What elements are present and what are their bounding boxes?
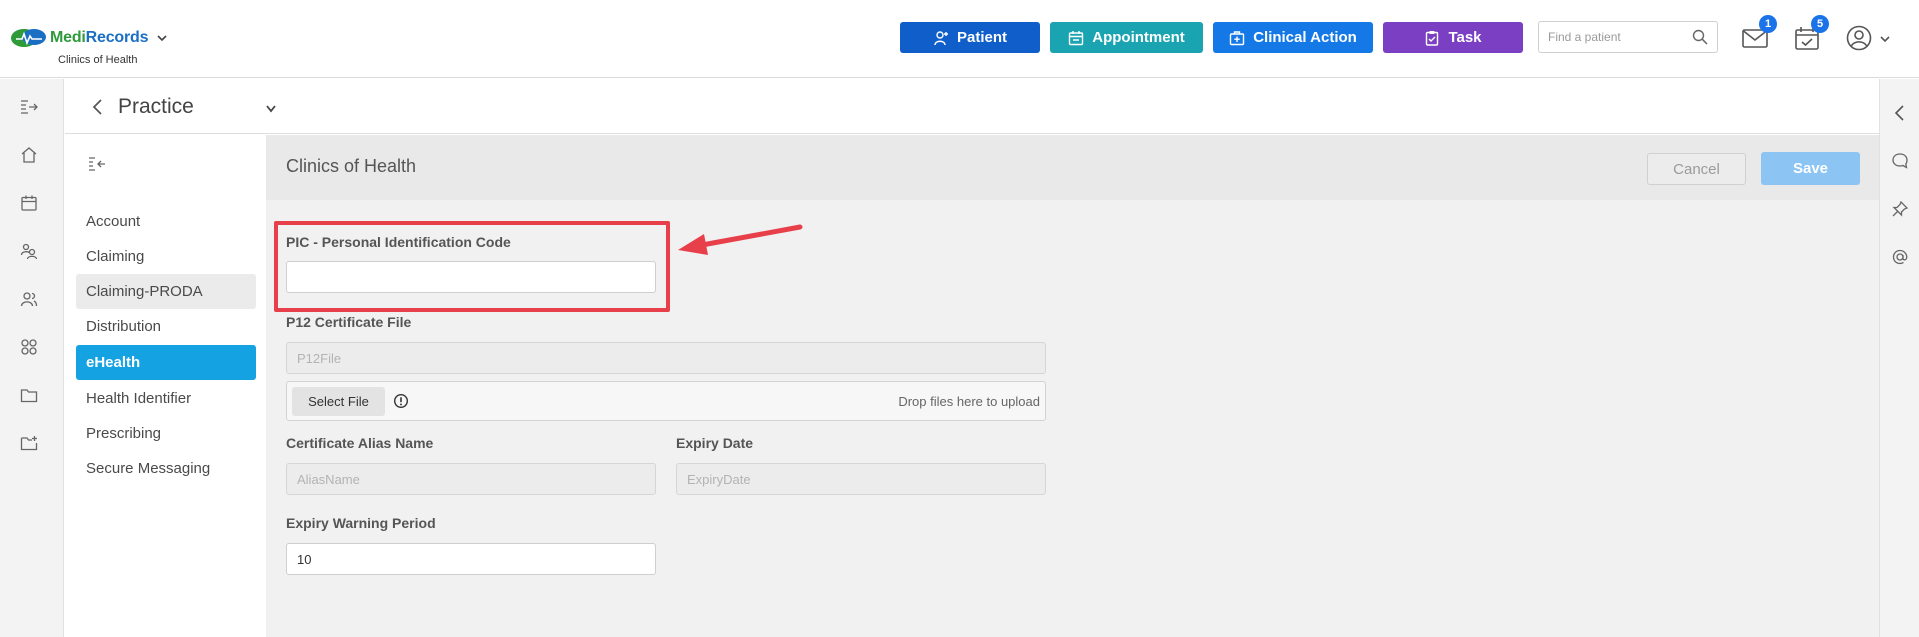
search-icon[interactable] (1692, 29, 1708, 45)
sidebar-item-distribution[interactable]: Distribution (76, 309, 256, 344)
alias-name-input (286, 463, 656, 495)
sidebar-item-label: Health Identifier (86, 390, 192, 407)
expand-menu-icon (21, 100, 38, 114)
collapse-right-panel-button[interactable] (1891, 104, 1911, 124)
modules-icon (21, 339, 37, 355)
mentions-button[interactable] (1891, 248, 1911, 268)
back-arrow-icon[interactable] (91, 98, 103, 116)
sidebar-item-claiming[interactable]: Claiming (76, 239, 256, 274)
home-icon (21, 147, 37, 163)
medical-kit-icon (1229, 30, 1245, 45)
messages-count-badge: 1 (1759, 15, 1777, 33)
brand-name-part2: Records (85, 29, 149, 46)
sidebar-item-health-identifier[interactable]: Health Identifier (76, 381, 256, 416)
sidebar-item-prescribing[interactable]: Prescribing (76, 416, 256, 451)
clinical-action-button-label: Clinical Action (1253, 29, 1357, 46)
patients-icon (20, 243, 38, 260)
sidebar-item-label: eHealth (86, 354, 141, 371)
save-button[interactable]: Save (1761, 152, 1860, 185)
annotation-highlight-box (274, 221, 670, 312)
patient-search[interactable] (1538, 21, 1718, 53)
sidebar-item-label: Account (86, 213, 141, 230)
users-icon (20, 292, 38, 307)
user-avatar-icon (1846, 25, 1872, 51)
sidebar-item-label: Secure Messaging (86, 460, 211, 477)
logo-icon (11, 29, 46, 47)
new-patient-button[interactable]: Patient (900, 22, 1040, 53)
practice-subtitle: Clinics of Health (58, 54, 138, 66)
nav-modules[interactable] (20, 338, 76, 358)
certificate-alias-label: Certificate Alias Name (286, 435, 434, 451)
nav-users[interactable] (20, 290, 44, 310)
calendar-icon (1069, 30, 1084, 45)
panel-title: Clinics of Health (286, 156, 417, 176)
ehealth-settings-panel: Clinics of Health Cancel Save PIC - Pers… (266, 135, 1879, 637)
sidebar-item-ehealth[interactable]: eHealth (76, 345, 256, 380)
folder-add-icon (20, 436, 38, 451)
nav-calendar[interactable] (20, 194, 44, 214)
chat-icon (1892, 153, 1908, 169)
new-task-button[interactable]: Task (1383, 22, 1523, 53)
cancel-button[interactable]: Cancel (1647, 153, 1746, 185)
chevron-down-icon (1880, 36, 1890, 43)
chevron-down-icon[interactable] (265, 104, 277, 114)
expiry-date-input (676, 463, 1046, 495)
select-file-button[interactable]: Select File (292, 387, 385, 416)
drop-files-hint: Drop files here to upload (898, 394, 1040, 409)
folder-icon (20, 389, 38, 403)
clinical-action-button[interactable]: Clinical Action (1213, 22, 1373, 53)
nav-folder-add[interactable] (20, 434, 76, 454)
sidebar-item-label: Claiming (86, 248, 145, 265)
user-menu[interactable] (1845, 24, 1895, 52)
info-icon[interactable] (393, 393, 409, 409)
at-icon (1892, 249, 1908, 265)
p12-file-input (286, 342, 1046, 374)
nav-patients[interactable] (20, 242, 44, 262)
messages-button[interactable]: 1 (1741, 15, 1777, 52)
chat-button[interactable] (1891, 152, 1911, 172)
add-user-icon (934, 30, 948, 45)
right-rail (1879, 79, 1919, 637)
settings-sidebar: Account Claiming Claiming-PRODA Distribu… (65, 135, 266, 637)
sidebar-item-claiming-proda[interactable]: Claiming-PRODA (76, 274, 256, 309)
pin-button[interactable] (1891, 200, 1911, 220)
file-upload-dropzone[interactable]: Select File Drop files here to upload (286, 381, 1046, 421)
nav-home[interactable] (20, 146, 44, 166)
patient-button-label: Patient (956, 29, 1007, 46)
tasks-count-badge: 5 (1811, 15, 1829, 33)
clipboard-check-icon (1426, 30, 1439, 46)
expiry-warning-input[interactable] (286, 543, 656, 575)
top-header: MediRecords Clinics of Health Patient Ap… (0, 0, 1919, 78)
calendar-icon (21, 195, 37, 211)
app-logo[interactable]: MediRecords (10, 26, 168, 50)
sidebar-item-secure-messaging[interactable]: Secure Messaging (76, 451, 256, 486)
expiry-date-label: Expiry Date (676, 435, 754, 451)
sidebar-item-label: Claiming-PRODA (86, 283, 203, 300)
sidebar-item-label: Distribution (86, 318, 162, 335)
chevron-left-icon (1894, 105, 1904, 121)
expand-menu-button[interactable] (20, 98, 44, 118)
p12-certificate-label: P12 Certificate File (286, 314, 412, 330)
task-button-label: Task (1448, 29, 1482, 46)
left-rail (0, 79, 76, 637)
sidebar-item-account[interactable]: Account (76, 204, 256, 239)
collapse-menu-icon[interactable] (87, 155, 107, 173)
new-appointment-button[interactable]: Appointment (1050, 22, 1203, 53)
chevron-down-icon[interactable] (156, 32, 168, 44)
expiry-warning-label: Expiry Warning Period (286, 515, 436, 531)
annotation-arrow (678, 224, 803, 255)
brand-name: MediRecords (50, 29, 148, 47)
appointment-button-label: Appointment (1092, 29, 1185, 46)
practice-header: Practice (65, 79, 1879, 134)
page-title[interactable]: Practice (118, 95, 194, 119)
brand-name-part1: Medi (50, 29, 86, 46)
patient-search-input[interactable] (1546, 29, 1686, 45)
panel-header: Clinics of Health Cancel Save (266, 135, 1879, 200)
tasks-button[interactable]: 5 (1793, 15, 1829, 52)
pin-icon (1892, 200, 1909, 217)
nav-folders[interactable] (20, 386, 76, 406)
sidebar-item-label: Prescribing (86, 425, 162, 442)
